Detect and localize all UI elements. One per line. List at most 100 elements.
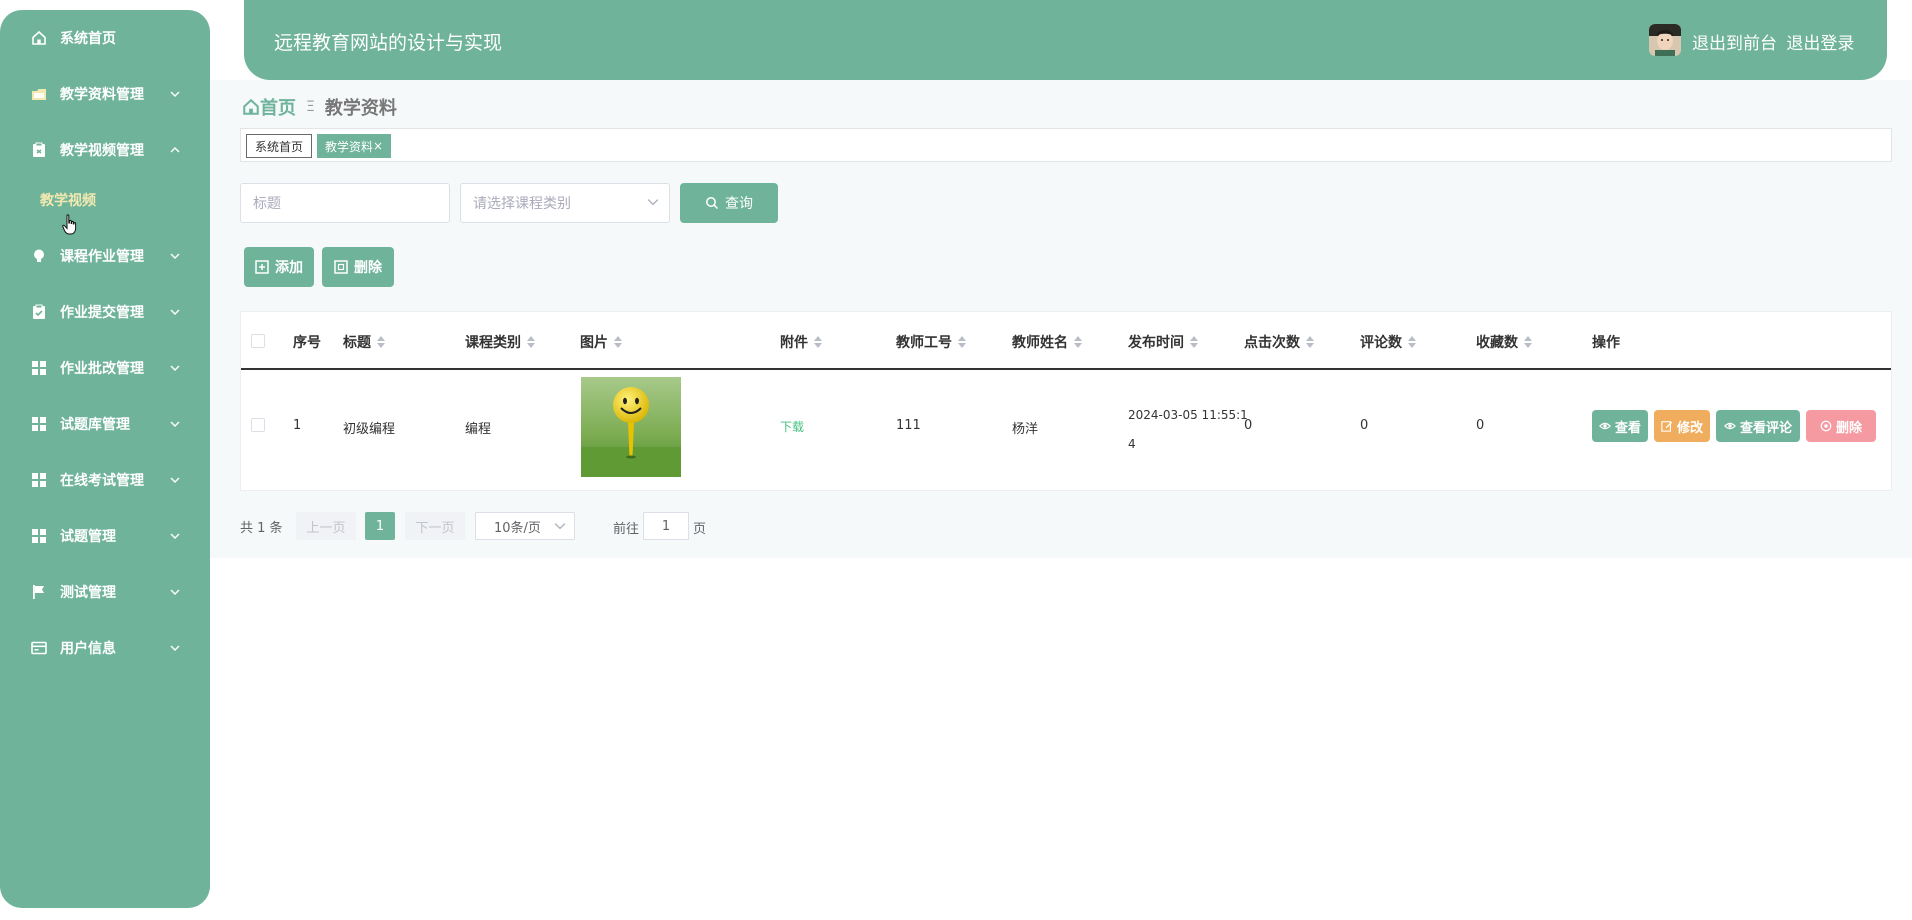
breadcrumb: 首页 Ξ 教学资料 (242, 94, 397, 120)
sort-icon[interactable] (527, 336, 535, 348)
bulb-icon (30, 247, 48, 265)
cell-category: 编程 (465, 422, 492, 437)
sidebar-item-teaching-materials[interactable]: 教学资料管理 (30, 79, 195, 109)
sidebar-item-tests[interactable]: 测试管理 (30, 577, 195, 607)
breadcrumb-home[interactable]: 首页 (242, 94, 296, 120)
edit-label: 修改 (1676, 420, 1703, 436)
batch-delete-button[interactable]: 删除 (322, 247, 394, 287)
sidebar-item-label: 教学视频管理 (60, 143, 144, 159)
avatar[interactable] (1649, 24, 1681, 56)
add-label: 添加 (275, 260, 303, 276)
cell-publish-time-line2: 4 (1128, 437, 1136, 451)
view-comments-button[interactable]: 查看评论 (1716, 410, 1800, 442)
page-number-button[interactable]: 1 (365, 512, 395, 540)
cell-comments: 0 (1360, 418, 1369, 433)
sort-icon[interactable] (614, 336, 622, 348)
column-header-index: 序号 (293, 332, 321, 352)
sidebar-item-course-homework[interactable]: 课程作业管理 (30, 241, 195, 271)
column-header-title[interactable]: 标题 (343, 332, 385, 352)
sidebar-subitem-teaching-video[interactable]: 教学视频 (40, 190, 96, 210)
prev-page-button[interactable]: 上一页 (296, 512, 356, 540)
app-root: 系统首页 教学资料管理 教学视频管理 教学视频 课程作业管理 作业提交管理 作业… (0, 0, 1912, 920)
close-icon[interactable]: × (373, 139, 383, 153)
sidebar-item-questions[interactable]: 试题管理 (30, 521, 195, 551)
clipboard-icon (30, 141, 48, 159)
view-button[interactable]: 查看 (1592, 410, 1648, 442)
sidebar-item-label: 测试管理 (60, 585, 116, 601)
page-unit-label: 页 (693, 522, 707, 537)
chevron-down-icon (167, 416, 183, 432)
delete-square-icon (334, 260, 348, 274)
column-header-category[interactable]: 课程类别 (465, 332, 535, 352)
chevron-down-icon (167, 248, 183, 264)
column-header-image[interactable]: 图片 (580, 332, 622, 352)
flag-icon (30, 583, 48, 601)
next-page-button[interactable]: 下一页 (405, 512, 465, 540)
view-label: 查看 (1614, 420, 1641, 436)
exit-to-frontend-link[interactable]: 退出到前台 (1692, 34, 1777, 54)
title-search-input[interactable]: 标题 (240, 183, 450, 223)
chevron-down-icon (167, 528, 183, 544)
sort-icon[interactable] (377, 336, 385, 348)
logout-link[interactable]: 退出登录 (1786, 34, 1854, 54)
column-label: 收藏数 (1476, 335, 1518, 351)
grid-icon (30, 471, 48, 489)
select-all-checkbox[interactable] (251, 334, 265, 348)
hand-cursor-icon (62, 214, 78, 240)
sidebar-item-homework-submission[interactable]: 作业提交管理 (30, 297, 195, 327)
sidebar-item-online-exam[interactable]: 在线考试管理 (30, 465, 195, 495)
sidebar-item-teaching-videos[interactable]: 教学视频管理 (30, 135, 195, 165)
sort-icon[interactable] (814, 336, 822, 348)
column-header-teacher-id[interactable]: 教师工号 (896, 332, 966, 352)
query-button[interactable]: 查询 (680, 183, 778, 223)
sort-icon[interactable] (1074, 336, 1082, 348)
column-label: 标题 (343, 335, 371, 351)
tag-teaching-materials[interactable]: 教学资料 × (317, 134, 392, 158)
sort-icon[interactable] (1190, 336, 1198, 348)
goto-label: 前往 (613, 522, 640, 537)
chevron-down-icon (167, 304, 183, 320)
delete-label: 删除 (354, 260, 382, 276)
column-label: 评论数 (1360, 335, 1402, 351)
sort-icon[interactable] (1524, 336, 1532, 348)
page-size-select[interactable]: 10条/页 (475, 512, 575, 540)
breadcrumb-home-label: 首页 (260, 98, 296, 119)
thumbnail-image[interactable] (581, 377, 681, 477)
header-links: 退出到前台 退出登录 (1692, 29, 1858, 54)
cell-teacher-id: 111 (896, 418, 921, 433)
column-label: 附件 (780, 335, 808, 351)
cell-teacher-name: 杨洋 (1012, 422, 1039, 437)
chevron-down-icon (167, 360, 183, 376)
sidebar-item-question-bank[interactable]: 试题库管理 (30, 409, 195, 439)
row-checkbox[interactable] (251, 418, 265, 432)
card-icon (30, 639, 48, 657)
plus-square-icon (255, 260, 269, 274)
sidebar-item-home[interactable]: 系统首页 (30, 23, 195, 53)
column-label: 序号 (293, 335, 321, 351)
edit-button[interactable]: 修改 (1654, 410, 1710, 442)
add-button[interactable]: 添加 (244, 247, 314, 287)
column-label: 发布时间 (1128, 335, 1184, 351)
column-header-comments[interactable]: 评论数 (1360, 332, 1416, 352)
sidebar-item-user-info[interactable]: 用户信息 (30, 633, 195, 663)
sidebar-item-homework-grading[interactable]: 作业批改管理 (30, 353, 195, 383)
delete-button[interactable]: 删除 (1806, 410, 1876, 442)
grid-icon (30, 527, 48, 545)
sort-icon[interactable] (958, 336, 966, 348)
column-header-publish-time[interactable]: 发布时间 (1128, 332, 1198, 352)
chevron-down-icon (167, 640, 183, 656)
sort-icon[interactable] (1408, 336, 1416, 348)
column-header-favorites[interactable]: 收藏数 (1476, 332, 1532, 352)
clipboard-check-icon (30, 303, 48, 321)
column-label: 操作 (1592, 335, 1620, 351)
table-header: 序号 标题 课程类别 图片 附件 教师工号 教师姓名 发布时间 点击次数 评论数… (241, 312, 1891, 370)
column-header-attachment[interactable]: 附件 (780, 332, 822, 352)
category-select[interactable]: 请选择课程类别 (460, 183, 670, 223)
tag-home[interactable]: 系统首页 (246, 134, 313, 158)
download-link[interactable]: 下载 (780, 418, 804, 435)
sort-icon[interactable] (1306, 336, 1314, 348)
total-count: 共 1 条 (240, 520, 283, 536)
goto-page-input[interactable]: 1 (643, 512, 689, 540)
column-header-clicks[interactable]: 点击次数 (1244, 332, 1314, 352)
column-header-teacher-name[interactable]: 教师姓名 (1012, 332, 1082, 352)
